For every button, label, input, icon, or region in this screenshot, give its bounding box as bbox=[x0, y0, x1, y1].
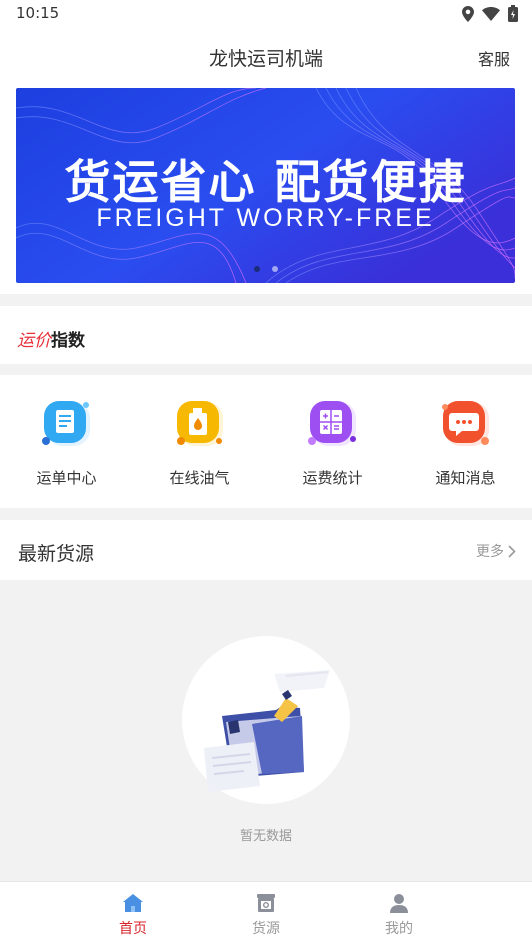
price-index-title-part1: 运价 bbox=[17, 331, 51, 351]
waybill-icon bbox=[41, 401, 90, 446]
menu-item-notifications[interactable]: 通知消息 bbox=[399, 375, 532, 508]
empty-state-text: 暂无数据 bbox=[239, 829, 292, 844]
wifi-icon bbox=[482, 6, 500, 21]
latest-cargo-header: 最新货源 更多 bbox=[0, 520, 532, 580]
home-icon bbox=[123, 894, 143, 912]
price-index-title: 运价指数 bbox=[17, 326, 85, 351]
bottom-tab-bar: 首页 货源 我的 bbox=[0, 881, 532, 944]
carousel-dot[interactable] bbox=[271, 266, 278, 272]
empty-state: 暂无数据 bbox=[0, 580, 532, 881]
menu-item-label: 运单中心 bbox=[36, 469, 97, 487]
user-icon bbox=[390, 894, 408, 913]
price-index-card[interactable]: 运价指数 bbox=[0, 306, 532, 364]
tab-cargo[interactable]: 货源 bbox=[200, 882, 333, 944]
battery-icon bbox=[508, 5, 518, 22]
menu-item-fuel[interactable]: 在线油气 bbox=[133, 375, 266, 508]
quick-menu: 运单中心 在线油气 运费统计 通知消息 bbox=[0, 375, 532, 508]
app-header: 龙快运司机端 客服 bbox=[0, 28, 532, 84]
banner-carousel[interactable]: 货运省心 配货便捷 FREIGHT WORRY-FREE bbox=[16, 88, 515, 283]
carousel-dot[interactable] bbox=[253, 266, 260, 272]
message-icon bbox=[441, 401, 489, 446]
fuel-icon bbox=[176, 401, 223, 446]
more-label: 更多 bbox=[476, 544, 504, 560]
menu-item-label: 在线油气 bbox=[169, 469, 230, 487]
tab-label: 我的 bbox=[385, 921, 413, 937]
menu-item-waybill[interactable]: 运单中心 bbox=[0, 375, 133, 508]
page-title: 龙快运司机端 bbox=[208, 48, 323, 70]
calculator-icon bbox=[307, 401, 356, 446]
more-button[interactable]: 更多 bbox=[476, 541, 516, 561]
chevron-right-icon bbox=[508, 544, 516, 558]
tab-profile[interactable]: 我的 bbox=[333, 882, 466, 944]
menu-item-freight-stats[interactable]: 运费统计 bbox=[266, 375, 399, 508]
banner-headline: 货运省心 配货便捷 bbox=[64, 155, 467, 209]
menu-item-label: 通知消息 bbox=[435, 469, 496, 487]
status-bar: 10:15 bbox=[0, 0, 532, 28]
carousel-indicator bbox=[16, 266, 515, 272]
tab-home[interactable]: 首页 bbox=[67, 882, 200, 944]
banner-section: 货运省心 配货便捷 FREIGHT WORRY-FREE bbox=[0, 84, 532, 294]
empty-folder-illustration bbox=[182, 636, 350, 804]
latest-cargo-title: 最新货源 bbox=[18, 543, 95, 565]
customer-service-button[interactable]: 客服 bbox=[478, 46, 510, 70]
location-icon bbox=[462, 5, 474, 22]
tab-label: 货源 bbox=[252, 921, 280, 937]
status-icons bbox=[462, 5, 518, 22]
banner-subline: FREIGHT WORRY-FREE bbox=[96, 204, 435, 232]
cargo-icon bbox=[257, 894, 275, 912]
price-index-title-part2: 指数 bbox=[51, 331, 85, 351]
menu-item-label: 运费统计 bbox=[302, 469, 363, 487]
tab-label: 首页 bbox=[119, 921, 147, 937]
status-time: 10:15 bbox=[16, 4, 60, 22]
